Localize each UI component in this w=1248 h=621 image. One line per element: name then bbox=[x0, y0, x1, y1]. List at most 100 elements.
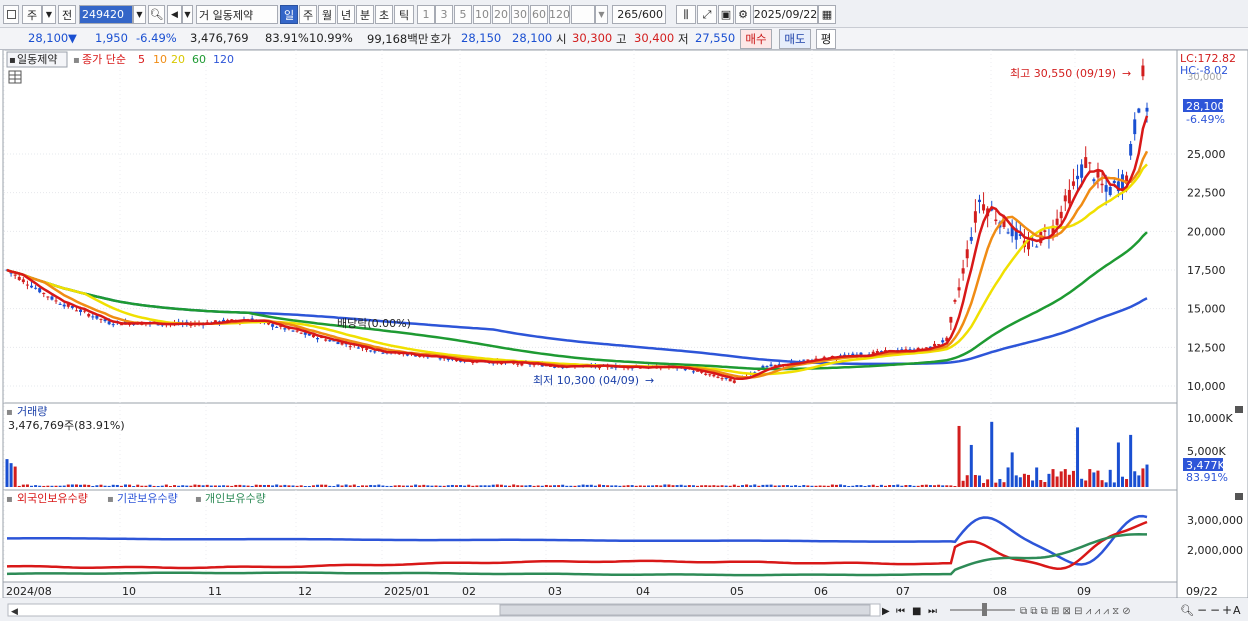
volume-bar bbox=[691, 485, 695, 487]
candle-body bbox=[1084, 157, 1088, 168]
volume-bar bbox=[50, 485, 54, 487]
holdings-close-icon[interactable] bbox=[1235, 493, 1243, 500]
volume-bar bbox=[581, 484, 585, 487]
candle-body bbox=[683, 369, 687, 371]
volume-value: 3,476,769 bbox=[190, 31, 249, 45]
candle-body bbox=[724, 377, 728, 379]
market-select[interactable]: 주 bbox=[22, 5, 42, 24]
interval-button-120[interactable]: 120 bbox=[549, 5, 570, 24]
volume-bar bbox=[1047, 473, 1051, 487]
candle-body bbox=[802, 359, 806, 361]
volume-bar bbox=[1137, 475, 1141, 487]
volume-bar bbox=[512, 484, 516, 487]
plus-icon[interactable]: + bbox=[1222, 603, 1232, 617]
period-tab-6[interactable]: 틱 bbox=[394, 5, 414, 24]
volume-bar bbox=[671, 485, 675, 487]
interval-button-5[interactable]: 5 bbox=[454, 5, 472, 24]
date-field[interactable]: 2025/09/22 bbox=[753, 5, 818, 24]
candle-body bbox=[769, 364, 773, 367]
interval-button-1[interactable]: 1 bbox=[417, 5, 435, 24]
volume-bar bbox=[610, 485, 614, 487]
volume-bar bbox=[328, 485, 332, 487]
scroll-left-icon[interactable]: ◀ bbox=[11, 607, 18, 617]
volume-bar bbox=[781, 485, 785, 487]
eval-button[interactable]: 평 bbox=[816, 29, 836, 49]
volume-bar bbox=[1014, 475, 1018, 487]
buy-button[interactable]: 매수 bbox=[740, 29, 772, 49]
volume-bar bbox=[859, 485, 863, 487]
zoom-icon[interactable]: 🔍︎ bbox=[1180, 604, 1194, 617]
period-tab-2[interactable]: 월 bbox=[318, 5, 336, 24]
blank-dropdown-icon[interactable]: ▼ bbox=[595, 5, 608, 24]
zoom-handle[interactable] bbox=[982, 603, 987, 616]
interval-button-10[interactable]: 10 bbox=[473, 5, 491, 24]
scroll-right-icon[interactable]: ▶ bbox=[882, 606, 890, 617]
code-input[interactable]: 249420 bbox=[79, 5, 133, 24]
stop-icon[interactable]: ■ bbox=[912, 606, 921, 617]
volume-bar bbox=[373, 485, 377, 487]
period-tab-5[interactable]: 초 bbox=[375, 5, 393, 24]
volume-bar bbox=[144, 485, 148, 487]
volume-bar bbox=[70, 484, 74, 487]
volume-bar bbox=[434, 485, 438, 487]
candle-body bbox=[25, 284, 29, 286]
stock-name-field[interactable]: 거 일동제약 bbox=[196, 5, 278, 24]
interval-button-20[interactable]: 20 bbox=[492, 5, 510, 24]
speaker-icon[interactable]: ◀ bbox=[167, 5, 182, 24]
market-dropdown-icon[interactable]: ▼ bbox=[42, 5, 56, 24]
volume-bar bbox=[332, 485, 336, 487]
volume-bar bbox=[937, 484, 941, 487]
save-icon[interactable]: ▣ bbox=[718, 5, 734, 24]
volume-bar bbox=[904, 485, 908, 487]
text-size-icon[interactable]: A bbox=[1233, 604, 1241, 617]
volume-bar bbox=[450, 484, 454, 487]
candle-icon[interactable]: ⫼ bbox=[676, 5, 696, 24]
candle-body bbox=[299, 332, 303, 334]
interval-button-60[interactable]: 60 bbox=[530, 5, 548, 24]
code-dropdown-icon[interactable]: ▼ bbox=[133, 5, 146, 24]
candle-body bbox=[271, 324, 275, 327]
volume-bar bbox=[177, 485, 181, 487]
count-field[interactable]: 265/600 bbox=[612, 5, 666, 24]
tools-icons[interactable]: ⧉ ⧉ ⧉ ⊞ ⊠ ⊟ ⩘ ⩘ ⩘ ⧖ ⊘ bbox=[1020, 606, 1131, 617]
x-tick: 12 bbox=[298, 585, 312, 598]
period-tab-1[interactable]: 주 bbox=[299, 5, 317, 24]
volume-bar bbox=[160, 485, 164, 487]
interval-button-3[interactable]: 3 bbox=[435, 5, 453, 24]
scrollbar-thumb[interactable] bbox=[499, 604, 871, 616]
volume-bar bbox=[107, 485, 111, 487]
last-icon[interactable]: ⏭ bbox=[928, 606, 937, 617]
volume-bar bbox=[508, 485, 512, 487]
window-menu-icon[interactable] bbox=[3, 5, 19, 24]
period-tab-0[interactable]: 일 bbox=[280, 5, 298, 24]
volume-bar bbox=[1104, 482, 1108, 487]
price-y-tick: 25,000 bbox=[1187, 148, 1226, 161]
candle-body bbox=[941, 340, 945, 343]
interval-button-30[interactable]: 30 bbox=[511, 5, 529, 24]
line-icon[interactable]: − bbox=[1210, 603, 1220, 617]
volume-bar bbox=[532, 485, 536, 487]
volume-bar bbox=[626, 485, 630, 487]
calendar-icon[interactable]: ▦ bbox=[818, 5, 836, 24]
volume-bar bbox=[843, 485, 847, 487]
volume-bar bbox=[757, 485, 761, 487]
volume-bar bbox=[405, 485, 409, 487]
sell-button[interactable]: 매도 bbox=[779, 29, 811, 49]
speaker-dropdown-icon[interactable]: ▼ bbox=[182, 5, 193, 24]
minus-icon[interactable]: − bbox=[1197, 603, 1207, 617]
period-tab-3[interactable]: 년 bbox=[337, 5, 355, 24]
volume-bar bbox=[647, 485, 651, 487]
volume-close-icon[interactable] bbox=[1235, 406, 1243, 413]
blank-field[interactable] bbox=[571, 5, 595, 24]
draw-icon[interactable]: ⤢ bbox=[697, 5, 717, 24]
first-icon[interactable]: ⏮ bbox=[896, 606, 905, 617]
volume-bar bbox=[863, 485, 867, 487]
volume-bar bbox=[1145, 464, 1149, 487]
gear-icon[interactable]: ⚙ bbox=[735, 5, 751, 24]
period-tab-4[interactable]: 분 bbox=[356, 5, 374, 24]
search-icon[interactable]: 🔍︎ bbox=[148, 5, 165, 24]
volume-bar bbox=[736, 485, 740, 487]
volume-bar bbox=[475, 485, 479, 487]
prev-button[interactable]: 전 bbox=[58, 5, 76, 24]
volume-bar bbox=[254, 484, 258, 487]
